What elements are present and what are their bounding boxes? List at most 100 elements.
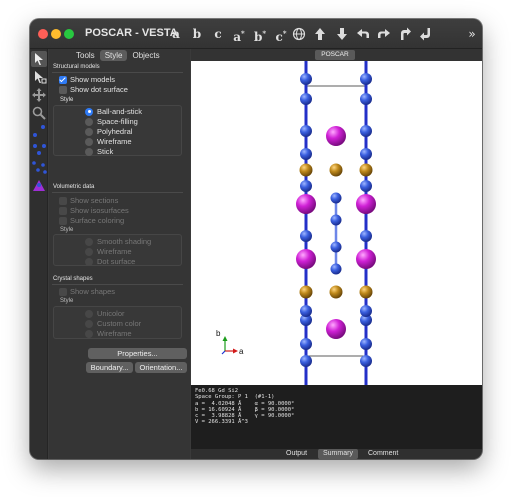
radio-icon <box>85 107 93 116</box>
view-along-c-star-button[interactable]: c* <box>271 24 291 44</box>
tab-output[interactable]: Output <box>281 449 312 459</box>
structural-style-label: Style <box>60 97 74 103</box>
rotate-up-icon[interactable] <box>310 24 330 44</box>
side-panel: Tools Style Objects Structural models Sh… <box>49 49 190 459</box>
radio-icon <box>85 257 93 266</box>
zoom-magnifier-icon[interactable] <box>31 105 47 121</box>
fe-atom <box>359 163 373 177</box>
radio-icon <box>85 127 93 136</box>
view-along-a-button[interactable]: a <box>166 24 186 44</box>
side-tabs: Tools Style Objects <box>71 50 165 61</box>
fe-atom <box>359 285 373 299</box>
axis-a-label: a <box>239 347 244 356</box>
show-dot-surface-checkbox[interactable]: Show dot surface <box>59 85 128 94</box>
zoom-window-button[interactable] <box>64 29 74 39</box>
si-atom <box>300 125 312 137</box>
view-along-b-button[interactable]: b <box>187 24 207 44</box>
view-along-c-button[interactable]: c <box>208 24 228 44</box>
tab-comment[interactable]: Comment <box>363 449 403 459</box>
rotate-cursor-icon[interactable] <box>31 69 47 85</box>
si-atom <box>360 93 372 105</box>
select-cursor-icon[interactable] <box>31 51 47 67</box>
style-polyhedral-radio[interactable]: Polyhedral <box>85 127 132 136</box>
crystal-structure-view[interactable]: b a <box>191 61 482 385</box>
si-atom <box>330 241 342 253</box>
si-atom <box>360 73 372 85</box>
show-shapes-checkbox[interactable]: Show shapes <box>59 287 115 296</box>
fe-atom <box>329 285 343 299</box>
minimize-window-button[interactable] <box>51 29 61 39</box>
dot-surface-radio[interactable]: Dot surface <box>85 257 135 266</box>
view-along-b-star-button[interactable]: b* <box>250 24 270 44</box>
window-title: POSCAR - VESTA <box>85 27 178 39</box>
tab-objects[interactable]: Objects <box>127 50 164 61</box>
style-ball-and-stick-radio[interactable]: Ball-and-stick <box>85 107 142 116</box>
divider <box>52 192 183 193</box>
show-sections-checkbox[interactable]: Show sections <box>59 196 118 205</box>
tab-poscar[interactable]: POSCAR <box>315 50 355 60</box>
si-atom <box>300 93 312 105</box>
surface-coloring-checkbox[interactable]: Surface coloring <box>59 216 124 225</box>
style-stick-radio[interactable]: Stick <box>85 147 113 156</box>
si-atom <box>360 338 372 350</box>
tool-palette <box>30 49 48 459</box>
divider <box>52 284 183 285</box>
output-tabs: Output Summary Comment <box>191 449 482 459</box>
orientation-button[interactable]: Orientation... <box>135 362 187 373</box>
si-atom <box>360 125 372 137</box>
structure-viewport[interactable]: POSCAR b a <box>191 49 482 385</box>
volumetric-wireframe-radio[interactable]: Wireframe <box>85 247 132 256</box>
edit-structure-icon[interactable] <box>31 177 47 193</box>
fe-atom <box>329 163 343 177</box>
radio-icon <box>85 117 93 126</box>
si-atom <box>300 148 312 160</box>
checkbox-icon <box>59 287 67 296</box>
si-atom <box>300 338 312 350</box>
translate-icon[interactable] <box>31 87 47 103</box>
radio-icon <box>85 319 93 328</box>
style-space-filling-radio[interactable]: Space-filling <box>85 117 138 126</box>
si-atom <box>360 355 372 367</box>
rotate-down-icon[interactable] <box>332 24 352 44</box>
si-atom <box>360 180 372 192</box>
rotate-left-icon[interactable] <box>353 24 373 44</box>
rotate-cw-icon[interactable] <box>416 24 436 44</box>
tab-tools[interactable]: Tools <box>71 50 100 61</box>
distance-tool-icon[interactable] <box>31 123 47 139</box>
crystal-shapes-title: Crystal shapes <box>53 276 93 282</box>
checkbox-icon <box>59 85 67 94</box>
custom-color-radio[interactable]: Custom color <box>85 319 141 328</box>
show-isosurfaces-checkbox[interactable]: Show isosurfaces <box>59 206 129 215</box>
boundary-button[interactable]: Boundary... <box>86 362 133 373</box>
rotate-right-icon[interactable] <box>374 24 394 44</box>
checkbox-icon <box>59 75 67 84</box>
si-atom <box>300 73 312 85</box>
crystal-wireframe-radio[interactable]: Wireframe <box>85 329 132 338</box>
radio-icon <box>85 247 93 256</box>
toolbar-overflow-button[interactable]: » <box>462 24 482 44</box>
si-atom <box>360 148 372 160</box>
viewport-tab-bar: POSCAR <box>191 49 482 61</box>
show-models-checkbox[interactable]: Show models <box>59 75 115 84</box>
properties-button[interactable]: Properties... <box>88 348 187 359</box>
radio-icon <box>85 237 93 246</box>
dihedral-tool-icon[interactable] <box>31 159 47 175</box>
standard-orientation-icon[interactable] <box>289 24 309 44</box>
structural-models-title: Structural models <box>53 64 100 70</box>
axis-b-label: b <box>216 329 221 338</box>
checkbox-icon <box>59 196 67 205</box>
angle-tool-icon[interactable] <box>31 141 47 157</box>
si-atom <box>360 230 372 242</box>
view-along-a-star-button[interactable]: a* <box>229 24 249 44</box>
gd-atom <box>296 194 316 214</box>
unicolor-radio[interactable]: Unicolor <box>85 309 125 318</box>
gd-atom <box>326 319 346 339</box>
si-atom <box>330 263 342 275</box>
tab-summary[interactable]: Summary <box>318 449 358 459</box>
style-wireframe-radio[interactable]: Wireframe <box>85 137 132 146</box>
tab-style[interactable]: Style <box>99 50 128 61</box>
rotate-ccw-icon[interactable] <box>395 24 415 44</box>
close-window-button[interactable] <box>38 29 48 39</box>
smooth-shading-radio[interactable]: Smooth shading <box>85 237 151 246</box>
si-atom <box>330 214 342 226</box>
